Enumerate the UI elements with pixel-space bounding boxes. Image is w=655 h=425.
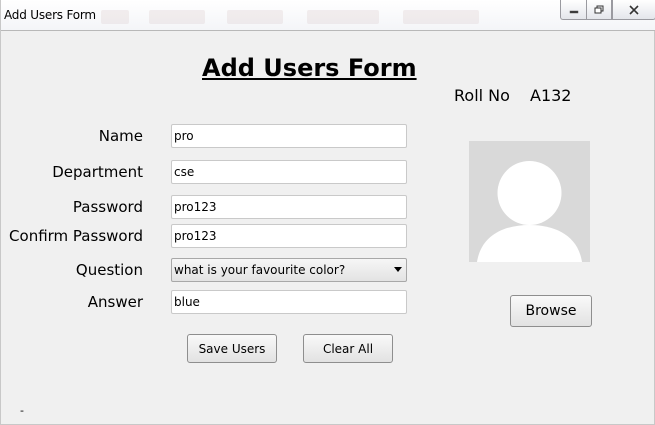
password-label: Password — [72, 198, 143, 216]
window-title: Add Users Form — [4, 8, 96, 22]
close-button[interactable] — [612, 0, 655, 20]
chevron-down-icon — [394, 267, 402, 272]
answer-label: Answer — [87, 293, 143, 311]
password-input[interactable] — [171, 195, 407, 219]
form-heading: Add Users Form — [202, 54, 417, 82]
name-label: Name — [98, 127, 143, 145]
roll-no-label: Roll No — [454, 86, 510, 105]
question-label: Question — [75, 261, 143, 279]
roll-no-value: A132 — [530, 86, 572, 105]
department-label: Department — [52, 163, 143, 181]
minimize-button[interactable] — [560, 0, 586, 20]
answer-input[interactable] — [171, 290, 407, 314]
title-bar-ghost — [101, 10, 129, 24]
add-users-window: Add Users Form Add Users Form Roll No A1… — [0, 0, 655, 425]
title-bar-ghost — [403, 10, 479, 24]
browse-button[interactable]: Browse — [510, 295, 592, 327]
question-select[interactable]: what is your favourite color? — [171, 258, 407, 282]
user-avatar-placeholder-icon — [477, 161, 582, 262]
confirm-password-input[interactable] — [171, 224, 407, 248]
save-users-button[interactable]: Save Users — [187, 334, 277, 363]
title-bar-ghost — [149, 10, 205, 24]
department-input[interactable] — [171, 160, 407, 184]
window-controls — [560, 0, 655, 22]
confirm-password-label: Confirm Password — [9, 227, 143, 245]
clear-all-button[interactable]: Clear All — [303, 334, 393, 363]
close-icon — [629, 4, 639, 15]
title-bar[interactable]: Add Users Form — [1, 0, 655, 31]
user-photo — [469, 141, 590, 262]
status-text: - — [20, 404, 24, 417]
restore-icon — [594, 5, 604, 13]
question-selected-value: what is your favourite color? — [174, 263, 346, 277]
minimize-icon — [569, 10, 578, 13]
title-bar-ghost — [227, 10, 283, 24]
name-input[interactable] — [171, 124, 407, 148]
maximize-button[interactable] — [586, 0, 612, 20]
title-bar-ghost — [307, 10, 379, 24]
